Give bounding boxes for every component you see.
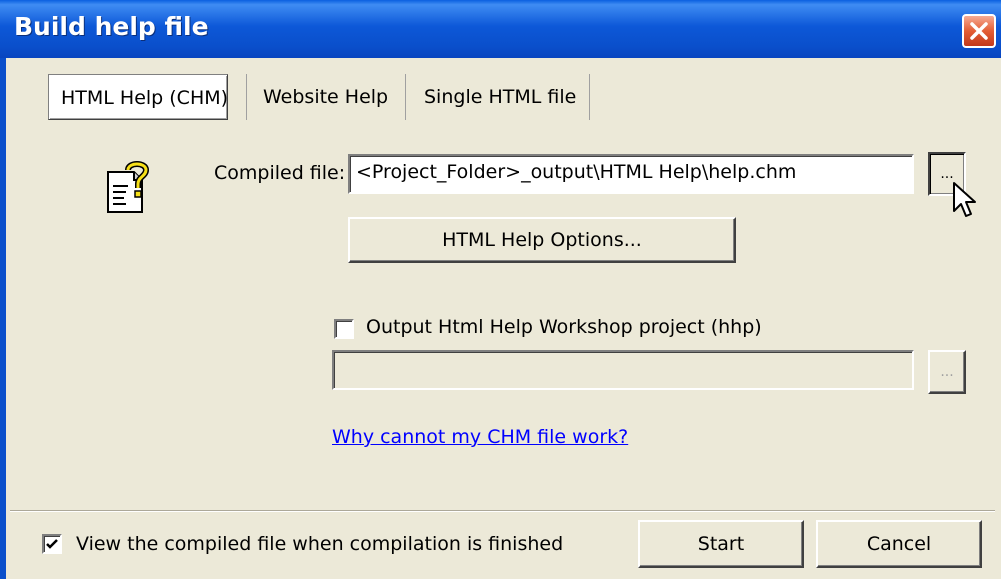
- title-bar: Build help file: [0, 0, 1001, 58]
- compiled-file-input[interactable]: <Project_Folder>_output\HTML Help\help.c…: [348, 154, 914, 194]
- close-button[interactable]: [962, 14, 996, 48]
- tab-single-html-file[interactable]: Single HTML file: [405, 74, 590, 120]
- checkmark-icon: [46, 539, 58, 549]
- help-document-icon: [107, 161, 150, 213]
- divider: [10, 510, 995, 512]
- close-icon: [970, 22, 988, 40]
- window-title: Build help file: [14, 12, 209, 41]
- html-help-options-button[interactable]: HTML Help Options...: [348, 217, 736, 263]
- hhp-path-input[interactable]: [332, 350, 914, 390]
- tab-html-help-chm[interactable]: HTML Help (CHM): [48, 74, 228, 120]
- compiled-file-label: Compiled file:: [214, 162, 346, 184]
- hhp-checkbox[interactable]: [334, 319, 354, 339]
- chm-help-link[interactable]: Why cannot my CHM file work?: [332, 426, 628, 448]
- mouse-cursor-icon: [953, 182, 976, 217]
- view-compiled-checkbox[interactable]: [42, 534, 62, 554]
- view-compiled-label: View the compiled file when compilation …: [76, 533, 564, 555]
- cancel-button[interactable]: Cancel: [816, 520, 982, 568]
- start-button[interactable]: Start: [638, 520, 804, 568]
- tab-website-help[interactable]: Website Help: [246, 74, 406, 120]
- hhp-checkbox-label: Output Html Help Workshop project (hhp): [366, 316, 762, 338]
- hhp-browse-button[interactable]: ...: [928, 350, 966, 394]
